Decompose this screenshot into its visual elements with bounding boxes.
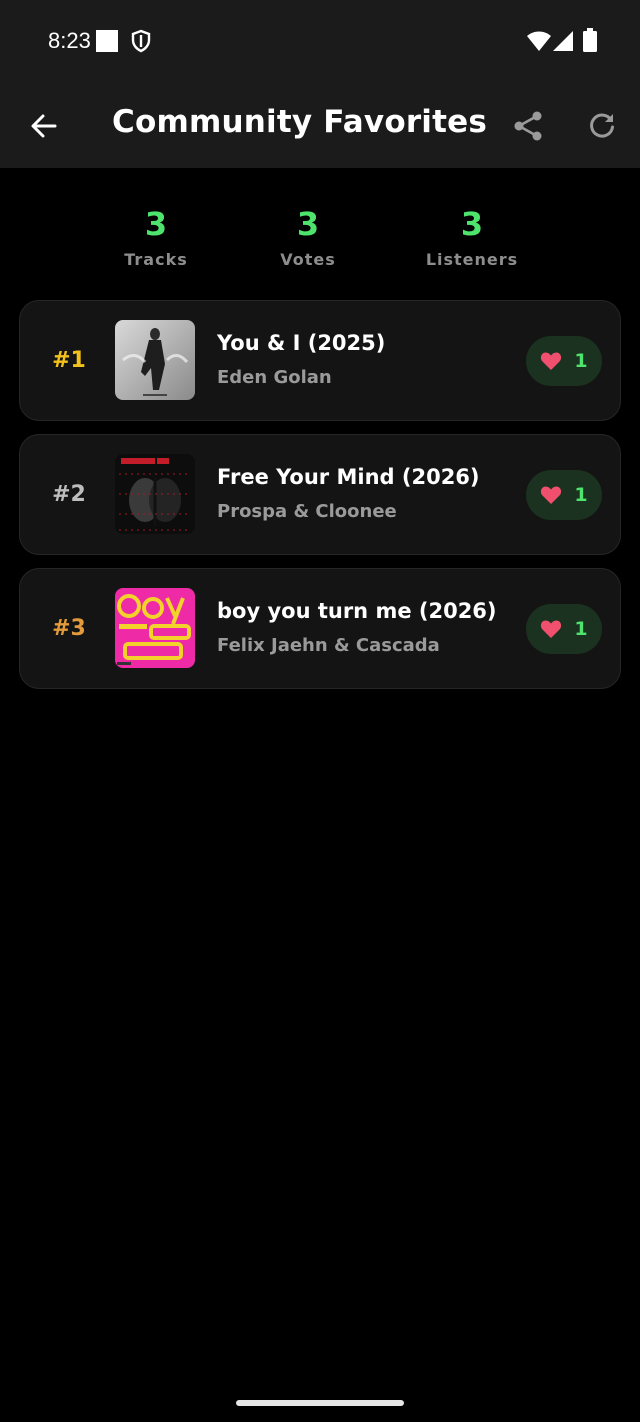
track-card[interactable]: #1 You & I (2025) Eden Golan 1 xyxy=(19,300,621,421)
track-artist: Prospa & Cloonee xyxy=(217,501,397,522)
rank-label: #2 xyxy=(52,482,86,507)
refresh-button[interactable] xyxy=(580,104,624,148)
album-art-image xyxy=(115,320,195,400)
stat-listeners: 3 Listeners xyxy=(392,200,552,269)
rank-label: #3 xyxy=(52,616,86,641)
heart-icon xyxy=(541,620,562,638)
refresh-icon xyxy=(590,113,614,138)
track-title: Free Your Mind (2026) xyxy=(217,465,480,489)
track-artist: Eden Golan xyxy=(217,367,332,388)
stat-tracks: 3 Tracks xyxy=(76,200,236,269)
back-button[interactable] xyxy=(22,104,66,148)
stat-label: Votes xyxy=(280,250,336,269)
vote-button[interactable]: 1 xyxy=(526,604,602,654)
signal-icon xyxy=(553,31,573,51)
arrow-left-icon xyxy=(31,114,57,138)
app-bar: Community Favorites xyxy=(0,84,640,168)
heart-icon xyxy=(541,352,562,370)
album-art-image xyxy=(115,588,195,668)
vote-button[interactable]: 1 xyxy=(526,470,602,520)
stat-votes: 3 Votes xyxy=(228,200,388,269)
track-title: boy you turn me (2026) xyxy=(217,599,497,623)
notification-square-icon xyxy=(96,30,118,52)
home-indicator[interactable] xyxy=(236,1400,404,1406)
vote-count: 1 xyxy=(574,350,588,372)
share-button[interactable] xyxy=(506,104,550,148)
battery-icon xyxy=(583,28,597,52)
shield-icon xyxy=(131,29,151,53)
stat-label: Listeners xyxy=(425,250,519,269)
track-card[interactable]: #3 boy you turn me (2026) Felix Jaehn & … xyxy=(19,568,621,689)
stat-label: Tracks xyxy=(124,250,188,269)
wifi-icon xyxy=(527,31,551,51)
track-card[interactable]: #2 Free Your Mind (2026) Prospa & Cloone… xyxy=(19,434,621,555)
vote-count: 1 xyxy=(574,618,588,640)
track-title: You & I (2025) xyxy=(217,331,386,355)
vote-button[interactable]: 1 xyxy=(526,336,602,386)
vote-count: 1 xyxy=(574,484,588,506)
heart-icon xyxy=(541,486,562,504)
stat-value: 3 xyxy=(144,205,168,243)
stat-value: 3 xyxy=(296,205,320,243)
stat-value: 3 xyxy=(460,205,484,243)
status-time: 8:23 xyxy=(48,28,91,53)
stats-summary: 3 Tracks 3 Votes 3 Listeners xyxy=(0,200,640,280)
status-bar: 8:23 xyxy=(0,0,640,84)
track-list: #1 You & I (2025) Eden Golan 1 #2 Free Y… xyxy=(19,300,621,702)
album-art-image xyxy=(115,454,195,534)
rank-label: #1 xyxy=(52,348,86,373)
page-title: Community Favorites xyxy=(112,104,488,140)
share-icon xyxy=(514,111,542,141)
track-artist: Felix Jaehn & Cascada xyxy=(217,635,440,656)
